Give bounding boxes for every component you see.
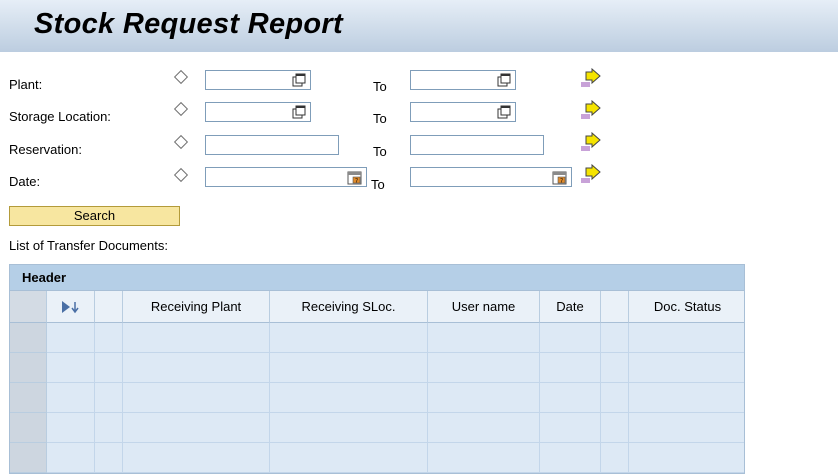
table-cell <box>47 443 95 473</box>
table-cell <box>95 443 123 473</box>
table-cell <box>428 383 540 413</box>
table-cell <box>601 413 629 443</box>
date-from-input[interactable] <box>205 167 367 187</box>
table-cell <box>629 383 744 413</box>
table-cell <box>270 383 428 413</box>
table-header-label: Header <box>22 270 67 285</box>
to-label: To <box>371 177 385 192</box>
table-cell <box>540 443 601 473</box>
table-cell <box>629 413 744 443</box>
storage-location-label: Storage Location: <box>9 109 111 124</box>
multiple-selection-arrow-icon[interactable] <box>580 67 602 88</box>
calendar-icon[interactable]: 7 <box>345 168 363 186</box>
table-cell <box>540 413 601 443</box>
sort-icon <box>61 300 79 313</box>
required-diamond-icon <box>173 101 189 117</box>
calendar-icon[interactable]: 7 <box>550 168 568 186</box>
copy-icon[interactable] <box>290 71 308 89</box>
reservation-label: Reservation: <box>9 142 82 157</box>
table-cell <box>123 413 270 443</box>
table-cell <box>123 353 270 383</box>
search-button[interactable]: Search <box>9 206 180 226</box>
table-cell <box>540 383 601 413</box>
column-header-blank[interactable] <box>601 291 629 323</box>
reservation-from-input[interactable] <box>205 135 339 155</box>
table-cell <box>270 353 428 383</box>
column-header-date[interactable]: Date <box>540 291 601 323</box>
required-diamond-icon <box>173 69 189 85</box>
to-label: To <box>373 144 387 159</box>
table-cell <box>270 443 428 473</box>
multiple-selection-arrow-icon[interactable] <box>580 163 602 184</box>
table-cell <box>47 383 95 413</box>
column-header-doc-status[interactable]: Doc. Status <box>629 291 744 323</box>
column-settings-button[interactable] <box>47 291 95 323</box>
table-cell <box>428 323 540 353</box>
list-of-transfer-documents-label: List of Transfer Documents: <box>9 238 168 253</box>
page-title: Stock Request Report <box>34 8 343 40</box>
to-label: To <box>373 111 387 126</box>
transfer-documents-table: Header Receiving Plant Receiving SLoc. U… <box>9 264 745 474</box>
required-diamond-icon <box>173 167 189 183</box>
plant-label: Plant: <box>9 77 43 92</box>
table-cell <box>428 353 540 383</box>
table-cell <box>95 323 123 353</box>
title-bar: Stock Request Report <box>0 0 838 52</box>
row-selector[interactable] <box>10 383 47 413</box>
date-label: Date: <box>9 174 41 189</box>
copy-icon[interactable] <box>495 103 513 121</box>
table-cell <box>428 443 540 473</box>
table-cell <box>601 443 629 473</box>
table-cell <box>95 383 123 413</box>
table-cell <box>123 383 270 413</box>
column-header-receiving-plant[interactable]: Receiving Plant <box>123 291 270 323</box>
row-selector[interactable] <box>10 443 47 473</box>
multiple-selection-arrow-icon[interactable] <box>580 99 602 120</box>
table-cell <box>47 323 95 353</box>
table-cell <box>428 413 540 443</box>
column-header-blank[interactable] <box>95 291 123 323</box>
date-to-input[interactable] <box>410 167 572 187</box>
reservation-to-input[interactable] <box>410 135 544 155</box>
table-cell <box>629 353 744 383</box>
select-all-cell[interactable] <box>10 291 47 323</box>
row-selector[interactable] <box>10 353 47 383</box>
table-cell <box>270 413 428 443</box>
table-cell <box>47 413 95 443</box>
table-cell <box>601 353 629 383</box>
svg-text:7: 7 <box>560 178 563 184</box>
table-cell <box>47 353 95 383</box>
copy-icon[interactable] <box>495 71 513 89</box>
table-cell <box>629 323 744 353</box>
required-diamond-icon <box>173 134 189 150</box>
row-selector[interactable] <box>10 413 47 443</box>
row-selector[interactable] <box>10 323 47 353</box>
table-cell <box>95 353 123 383</box>
column-header-user-name[interactable]: User name <box>428 291 540 323</box>
table-cell <box>540 353 601 383</box>
table-title-bar: Header <box>10 265 744 291</box>
table-cell <box>123 323 270 353</box>
table-cell <box>601 323 629 353</box>
table-cell <box>601 383 629 413</box>
table-cell <box>540 323 601 353</box>
table-cell <box>95 413 123 443</box>
table-cell <box>123 443 270 473</box>
svg-text:7: 7 <box>355 178 358 184</box>
copy-icon[interactable] <box>290 103 308 121</box>
multiple-selection-arrow-icon[interactable] <box>580 131 602 152</box>
column-header-receiving-sloc[interactable]: Receiving SLoc. <box>270 291 428 323</box>
table-cell <box>629 443 744 473</box>
to-label: To <box>373 79 387 94</box>
table-cell <box>270 323 428 353</box>
